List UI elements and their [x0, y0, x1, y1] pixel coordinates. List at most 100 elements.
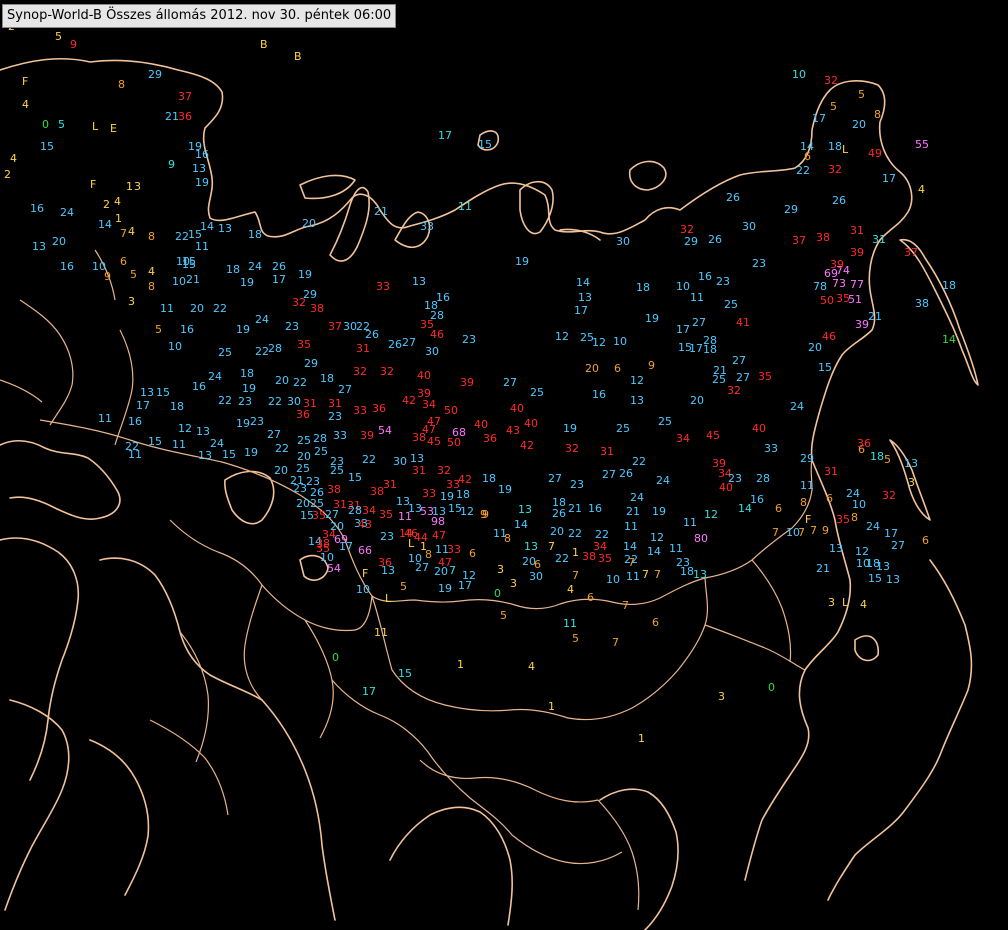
synop-station-map[interactable]: 259298F405LE21361916919131524F1321416241…: [0, 0, 1008, 930]
station-value: 19: [298, 268, 312, 281]
station-value: 0: [42, 118, 49, 131]
station-value: 12: [650, 531, 664, 544]
station-value: B: [294, 50, 302, 63]
station-value: 49: [868, 147, 882, 160]
station-value: 19: [236, 417, 250, 430]
station-value: 32: [437, 464, 451, 477]
station-value: 3: [908, 476, 915, 489]
station-value: 4: [528, 660, 535, 673]
station-value: 20: [275, 374, 289, 387]
station-value: 39: [360, 429, 374, 442]
station-value: 20: [190, 302, 204, 315]
station-value: 17: [689, 342, 703, 355]
station-value: 13: [524, 540, 538, 553]
station-value: 23: [462, 333, 476, 346]
station-value: 18: [942, 279, 956, 292]
station-value: 15: [156, 386, 170, 399]
station-value: 45: [706, 429, 720, 442]
station-value: 19: [438, 582, 452, 595]
station-value: 21: [626, 505, 640, 518]
station-value: 3: [134, 180, 141, 193]
station-value: 12: [592, 336, 606, 349]
station-value: 13: [578, 291, 592, 304]
station-value: 10: [852, 498, 866, 511]
station-value: 31: [412, 464, 426, 477]
station-value: 18: [870, 450, 884, 463]
station-value: 5: [155, 323, 162, 336]
station-value: L: [408, 537, 415, 550]
station-value: 36: [483, 432, 497, 445]
station-value: 13: [198, 449, 212, 462]
station-value: 5: [858, 88, 865, 101]
station-value: 27: [732, 354, 746, 367]
station-value: 17: [676, 323, 690, 336]
station-value: 38: [310, 302, 324, 315]
station-value: 50: [447, 436, 461, 449]
station-value: 25: [330, 464, 344, 477]
station-value: 37: [328, 320, 342, 333]
station-value: 16: [30, 202, 44, 215]
station-value: 5: [572, 632, 579, 645]
station-value: 12: [460, 505, 474, 518]
station-value: 19: [498, 483, 512, 496]
station-value: 5: [400, 580, 407, 593]
station-value: 34: [676, 432, 690, 445]
station-value: 17: [882, 172, 896, 185]
station-value: 1: [115, 212, 122, 225]
station-value: 3: [828, 596, 835, 609]
station-value: 11: [458, 200, 472, 213]
station-value: 16: [592, 388, 606, 401]
station-value: 20: [274, 464, 288, 477]
station-value: 24: [255, 313, 269, 326]
station-value: 10: [613, 335, 627, 348]
station-value: 3: [510, 577, 517, 590]
station-value: 31: [824, 465, 838, 478]
station-value: 11: [398, 510, 412, 523]
station-value: 11: [374, 626, 388, 639]
station-value: 25: [658, 415, 672, 428]
station-value: 23: [238, 395, 252, 408]
station-value: 29: [304, 357, 318, 370]
station-value: 23: [293, 482, 307, 495]
station-value: 28: [313, 432, 327, 445]
station-value: 24: [790, 400, 804, 413]
station-value: 7: [449, 564, 456, 577]
station-value: 22: [555, 552, 569, 565]
station-value: 10: [356, 583, 370, 596]
station-value: 4: [10, 152, 17, 165]
station-value: 37: [178, 90, 192, 103]
station-value: 22: [218, 394, 232, 407]
station-value: 9: [648, 359, 655, 372]
station-value: 17: [272, 273, 286, 286]
station-value: 3: [718, 690, 725, 703]
station-value: 0: [768, 681, 775, 694]
station-value: 23: [728, 472, 742, 485]
station-value: 29: [148, 68, 162, 81]
station-value: 6: [120, 255, 127, 268]
station-value: 8: [148, 280, 155, 293]
station-value: 6: [775, 502, 782, 515]
station-value: 39: [850, 246, 864, 259]
station-value: 7: [622, 599, 629, 612]
station-value: 20: [434, 565, 448, 578]
station-value: 5: [830, 100, 837, 113]
station-value: 3: [128, 295, 135, 308]
station-value: 14: [942, 333, 956, 346]
station-value: 22: [268, 395, 282, 408]
station-value: 23: [380, 530, 394, 543]
station-value: 21: [374, 205, 388, 218]
station-value: 24: [208, 370, 222, 383]
station-value: 16: [192, 380, 206, 393]
station-value: 10: [168, 340, 182, 353]
station-value: 31: [383, 478, 397, 491]
station-value: 19: [195, 176, 209, 189]
station-value: 5: [58, 118, 65, 131]
station-value: 6: [652, 616, 659, 629]
station-value: 33: [420, 220, 434, 233]
station-value: 8: [504, 532, 511, 545]
station-value: 42: [458, 473, 472, 486]
station-value: 22: [275, 442, 289, 455]
station-value: 66: [358, 544, 372, 557]
station-value: 11: [624, 520, 638, 533]
station-value: 15: [40, 140, 54, 153]
